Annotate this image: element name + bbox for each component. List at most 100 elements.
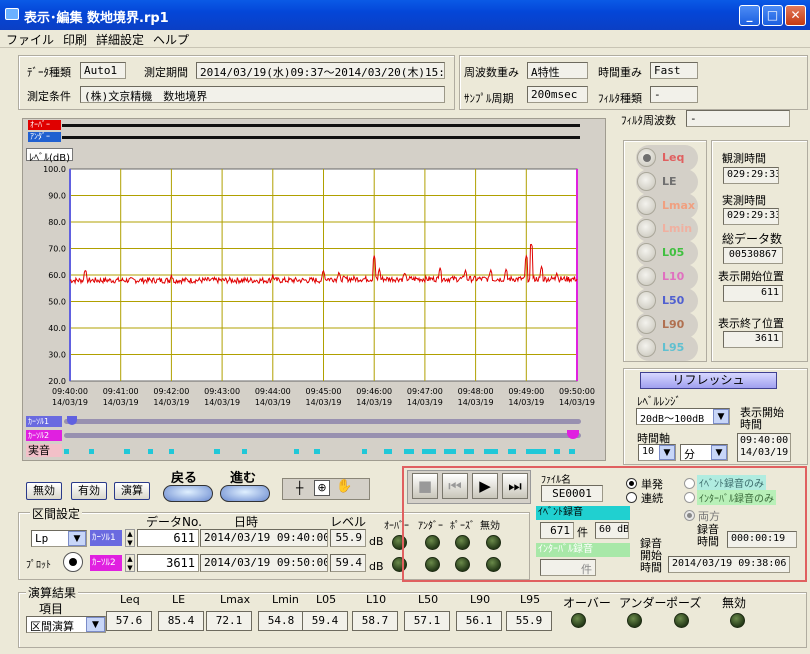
skip-back-icon[interactable]: ⏮ [442, 473, 468, 499]
plot-radio[interactable] [63, 552, 83, 572]
chevron-down-icon[interactable]: ▼ [86, 617, 105, 632]
legend-radio[interactable] [637, 338, 656, 358]
real-sound-segment [554, 449, 560, 454]
close-button[interactable]: ✕ [785, 5, 806, 26]
invalid-button[interactable]: 無効 [26, 482, 62, 500]
legend-radio[interactable] [637, 267, 656, 286]
back-button[interactable] [163, 485, 213, 502]
legend-item-l10[interactable]: L10 [636, 264, 698, 290]
filter-freq-label: ﾌｨﾙﾀ周波数 [621, 114, 676, 127]
data-type-label: ﾃﾞｰﾀ種類 [27, 66, 71, 79]
cursor1-no-field[interactable]: 611 [137, 529, 199, 547]
x-tick-date: 14/03/19 [559, 398, 595, 407]
legend-radio[interactable] [637, 243, 656, 263]
legend-item-l95[interactable]: L95 [636, 335, 698, 362]
skip-forward-icon[interactable]: ⏭ [502, 473, 528, 499]
result-value-l50: 57.1 [404, 611, 450, 631]
chevron-down-icon[interactable]: ▼ [711, 445, 727, 460]
legend-item-l05[interactable]: L05 [636, 240, 698, 267]
cursor2-stepper[interactable]: ▲ ▼ [125, 554, 135, 572]
disp-start-pos-label: 表示開始位置 [718, 270, 784, 283]
obs-time-field: 029:29:33 [723, 167, 779, 184]
event-only-radio[interactable] [684, 478, 695, 489]
legend-item-l90[interactable]: L90 [636, 311, 698, 338]
minimize-button[interactable]: _ [739, 5, 760, 26]
x-tick-date: 14/03/19 [153, 398, 189, 407]
x-tick-time: 09:42:00 [153, 387, 189, 396]
legend-label: L95 [662, 341, 685, 355]
cursor2-track[interactable] [64, 433, 581, 438]
x-tick-time: 09:50:00 [559, 387, 595, 396]
legend-item-le[interactable]: LE [636, 168, 698, 195]
legend-radio[interactable] [637, 148, 656, 167]
calc-button[interactable]: 演算 [114, 482, 150, 500]
both-radio[interactable] [684, 510, 695, 521]
level-range-value: 20dB～100dB [640, 414, 705, 425]
result-ind-led [730, 613, 745, 628]
result-value-l90: 56.1 [456, 611, 502, 631]
interval-title: 区間設定 [30, 505, 83, 522]
event-record-label: ｲﾍﾞﾝﾄ録音 [536, 506, 630, 520]
menu-print[interactable]: 印刷 [57, 30, 90, 48]
result-value-l10: 58.7 [352, 611, 398, 631]
real-sound-segment [169, 449, 174, 454]
real-sound-segment [124, 449, 130, 454]
valid-button[interactable]: 有効 [71, 482, 107, 500]
crosshair-icon[interactable]: ┼ [296, 481, 303, 495]
cursor1-track[interactable] [64, 419, 581, 424]
y-tick-label: 70.0 [48, 245, 66, 254]
menu-file[interactable]: ファイル [0, 30, 57, 48]
menu-help[interactable]: ヘルプ [147, 30, 192, 48]
result-ind-label: アンダー [619, 596, 667, 610]
stop-icon[interactable]: ■ [412, 473, 438, 499]
cursor1-date-field: 2014/03/19 09:40:00 [200, 529, 328, 547]
date-label: 日時 [234, 515, 259, 529]
legend-label: LE [662, 174, 677, 188]
cursor1-label: ｶｰｿﾙ1 [26, 416, 62, 427]
legend-item-lmax[interactable]: Lmax [636, 192, 698, 219]
under-bar [62, 136, 580, 139]
x-tick-time: 09:47:00 [407, 387, 443, 396]
zoom-icon[interactable]: ⊕ [314, 480, 330, 496]
cursor2-unit: dB [369, 560, 384, 573]
event-level-unit: dB [617, 524, 629, 535]
legend-item-lmin[interactable]: Lmin [636, 216, 698, 243]
chevron-down-icon[interactable]: ▼ [713, 409, 729, 424]
disp-start-time-field: 09:40:00 14/03/19 [737, 433, 791, 462]
menu-detail[interactable]: 詳細設定 [90, 30, 147, 48]
forward-button[interactable] [220, 485, 270, 502]
rec-time-label: 録音時間 [697, 523, 719, 548]
y-tick-label: 50.0 [48, 298, 66, 307]
disp-end-pos-field: 3611 [723, 331, 783, 348]
legend-radio[interactable] [637, 290, 656, 310]
chevron-down-icon[interactable]: ▼ [68, 531, 86, 546]
cursor2-tag: ｶｰｿﾙ2 [90, 555, 122, 571]
legend-radio[interactable] [637, 171, 656, 191]
play-icon[interactable]: ▶ [472, 473, 498, 499]
legend-radio[interactable] [637, 314, 656, 334]
time-axis-number-value: 10 [642, 446, 655, 457]
freq-weight-field: A特性 [527, 62, 588, 79]
maximize-button[interactable]: □ [762, 5, 783, 26]
cursor1-unit: dB [369, 535, 384, 548]
legend-radio[interactable] [637, 219, 656, 239]
legend-item-l50[interactable]: L50 [636, 287, 698, 314]
x-tick-date: 14/03/19 [255, 398, 291, 407]
legend-radio[interactable] [637, 195, 656, 215]
under-label: ｱﾝﾀﾞｰ [28, 132, 61, 142]
level-chart[interactable]: 20.0 30.0 40.0 50.0 60.0 70.0 80.0 90.0 100.0 09:… [22, 160, 606, 416]
cursor1-stepper[interactable]: ▲ ▼ [125, 529, 135, 547]
interval-only-radio[interactable] [684, 492, 695, 503]
legend-label: L90 [662, 317, 685, 331]
chevron-down-icon[interactable]: ▼ [659, 445, 675, 460]
hand-icon[interactable]: ✋ [336, 479, 352, 494]
result-col-lmin: Lmin [272, 593, 299, 606]
x-tick-time: 09:49:00 [508, 387, 544, 396]
item-label: 項目 [39, 602, 64, 616]
cursor2-no-field[interactable]: 3611 [137, 554, 199, 572]
refresh-button[interactable]: リフレッシュ [640, 372, 777, 389]
continuous-radio[interactable] [626, 492, 637, 503]
legend-item-leq[interactable]: Leq [636, 145, 698, 171]
single-radio[interactable] [626, 478, 637, 489]
sample-label: ｻﾝﾌﾟﾙ周期 [464, 92, 514, 105]
